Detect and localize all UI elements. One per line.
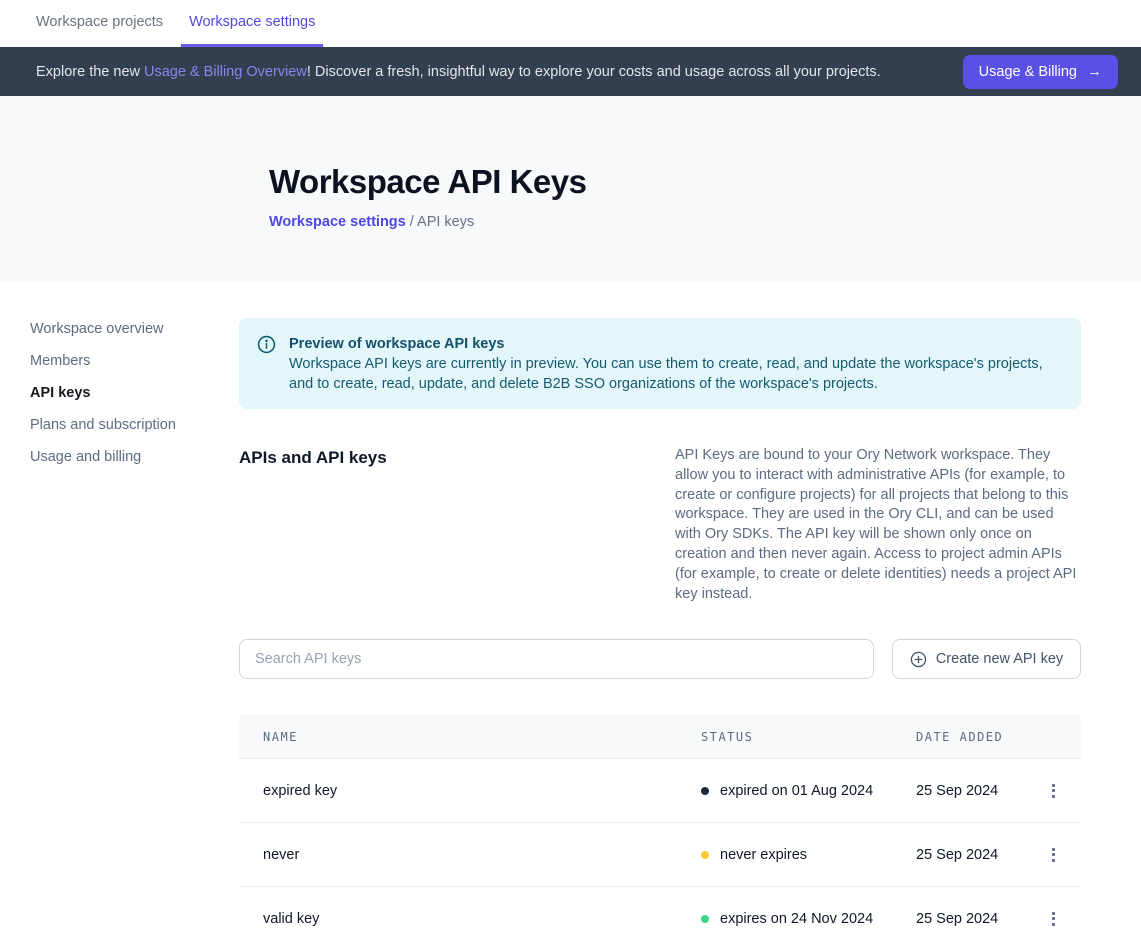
- apis-section: APIs and API keys API Keys are bound to …: [239, 446, 1081, 604]
- column-header-name: NAME: [239, 730, 701, 744]
- sidebar-item-members[interactable]: Members: [30, 352, 239, 371]
- kebab-menu-icon: [1052, 848, 1055, 862]
- api-key-status: expires on 24 Nov 2024: [701, 911, 916, 927]
- workspace-tabbar: Workspace projects Workspace settings: [0, 0, 1141, 47]
- promo-text-before: Explore the new: [36, 64, 144, 80]
- column-header-date-added: DATE ADDED: [916, 730, 1025, 744]
- row-actions-cell: [1025, 780, 1081, 802]
- api-keys-toolbar: Create new API key: [239, 639, 1081, 679]
- plus-circle-icon: [910, 651, 927, 668]
- kebab-menu-icon: [1052, 784, 1055, 798]
- table-row: expired key expired on 01 Aug 2024 25 Se…: [239, 759, 1081, 823]
- table-header-row: NAME STATUS DATE ADDED: [239, 715, 1081, 759]
- preview-callout-body: Workspace API keys are currently in prev…: [289, 354, 1057, 394]
- tab-workspace-settings[interactable]: Workspace settings: [181, 0, 323, 47]
- create-api-key-button[interactable]: Create new API key: [892, 639, 1081, 679]
- column-header-status: STATUS: [701, 730, 916, 744]
- settings-sidebar: Workspace overview Members API keys Plan…: [0, 281, 239, 940]
- table-row: never never expires 25 Sep 2024: [239, 823, 1081, 887]
- sidebar-item-plans-and-subscription[interactable]: Plans and subscription: [30, 416, 239, 435]
- usage-billing-promo-banner: Explore the new Usage & Billing Overview…: [0, 47, 1141, 96]
- api-key-date-added: 25 Sep 2024: [916, 783, 1025, 799]
- apis-section-description: API Keys are bound to your Ory Network w…: [675, 446, 1081, 604]
- page-header: Workspace API Keys Workspace settings / …: [0, 96, 1141, 281]
- info-circle-icon: [257, 334, 276, 394]
- breadcrumb-current: API keys: [417, 214, 474, 230]
- tab-workspace-projects[interactable]: Workspace projects: [28, 0, 171, 47]
- row-actions-button[interactable]: [1046, 844, 1061, 866]
- table-row: valid key expires on 24 Nov 2024 25 Sep …: [239, 887, 1081, 940]
- status-text: expires on 24 Nov 2024: [720, 911, 873, 927]
- breadcrumb-workspace-settings-link[interactable]: Workspace settings: [269, 214, 406, 230]
- api-key-name: expired key: [239, 783, 701, 799]
- preview-callout: Preview of workspace API keys Workspace …: [239, 318, 1081, 409]
- main-content: Preview of workspace API keys Workspace …: [239, 281, 1081, 940]
- sidebar-item-usage-and-billing[interactable]: Usage and billing: [30, 448, 239, 467]
- usage-billing-button[interactable]: Usage & Billing →: [963, 55, 1118, 89]
- breadcrumb-separator: /: [406, 214, 417, 230]
- apis-section-heading: APIs and API keys: [239, 446, 387, 604]
- content-layout: Workspace overview Members API keys Plan…: [0, 281, 1141, 940]
- sidebar-item-api-keys[interactable]: API keys: [30, 384, 239, 403]
- search-input[interactable]: [239, 639, 874, 679]
- api-key-name: valid key: [239, 911, 701, 927]
- preview-callout-text: Preview of workspace API keys Workspace …: [289, 334, 1057, 394]
- usage-billing-button-label: Usage & Billing: [979, 64, 1077, 80]
- row-actions-cell: [1025, 908, 1081, 930]
- status-text: never expires: [720, 847, 807, 863]
- breadcrumb: Workspace settings / API keys: [269, 214, 1141, 230]
- row-actions-button[interactable]: [1046, 780, 1061, 802]
- arrow-right-icon: →: [1087, 63, 1102, 80]
- row-actions-cell: [1025, 844, 1081, 866]
- api-key-date-added: 25 Sep 2024: [916, 847, 1025, 863]
- usage-billing-overview-link[interactable]: Usage & Billing Overview: [144, 64, 307, 80]
- api-key-name: never: [239, 847, 701, 863]
- api-keys-table: NAME STATUS DATE ADDED expired key expir…: [239, 715, 1081, 940]
- kebab-menu-icon: [1052, 912, 1055, 926]
- status-dot-icon: [701, 787, 709, 795]
- api-key-date-added: 25 Sep 2024: [916, 911, 1025, 927]
- promo-banner-text: Explore the new Usage & Billing Overview…: [36, 64, 881, 80]
- row-actions-button[interactable]: [1046, 908, 1061, 930]
- status-dot-icon: [701, 851, 709, 859]
- status-dot-icon: [701, 915, 709, 923]
- promo-text-after: ! Discover a fresh, insightful way to ex…: [307, 64, 881, 80]
- status-text: expired on 01 Aug 2024: [720, 783, 873, 799]
- preview-callout-title: Preview of workspace API keys: [289, 334, 1057, 354]
- page-title: Workspace API Keys: [269, 163, 1141, 201]
- api-key-status: expired on 01 Aug 2024: [701, 783, 916, 799]
- api-key-status: never expires: [701, 847, 916, 863]
- sidebar-item-workspace-overview[interactable]: Workspace overview: [30, 320, 239, 339]
- create-api-key-button-label: Create new API key: [936, 651, 1063, 667]
